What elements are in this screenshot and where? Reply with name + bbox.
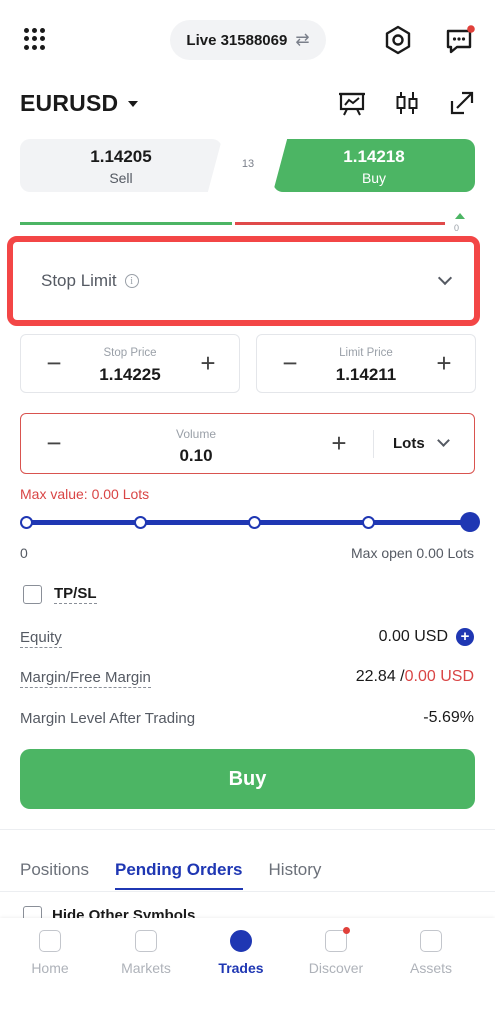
- chevron-down-icon: [437, 270, 453, 286]
- apps-grid-icon[interactable]: [24, 28, 46, 50]
- account-label: Live 31588069: [186, 31, 288, 49]
- buy-price: 1.14218: [343, 147, 405, 166]
- margin-label[interactable]: Margin/Free Margin: [20, 669, 151, 688]
- nav-assets-label: Assets: [409, 960, 452, 976]
- messages-icon[interactable]: [444, 24, 476, 56]
- tpsl-toggle[interactable]: TP/SL: [23, 585, 97, 604]
- buy-label: Buy: [361, 170, 387, 186]
- notification-dot: [343, 927, 350, 934]
- volume-unit-label: Lots: [393, 435, 425, 452]
- sell-price: 1.14205: [90, 147, 152, 166]
- discover-icon: [325, 927, 350, 952]
- volume-increase-button[interactable]: +: [324, 429, 354, 459]
- nav-trades[interactable]: Trades: [201, 930, 281, 976]
- settings-hexagon-icon[interactable]: [382, 24, 414, 56]
- spread-value: 13: [241, 158, 255, 170]
- orders-tabs: Positions Pending Orders History: [20, 860, 321, 890]
- margin-value: 22.84 /: [355, 668, 405, 685]
- sell-label: Sell: [109, 170, 133, 186]
- nav-markets[interactable]: Markets: [106, 930, 186, 976]
- info-icon[interactable]: i: [124, 274, 139, 288]
- nav-discover-label: Discover: [308, 960, 364, 976]
- slider-max-label: Max open 0.00 Lots: [351, 545, 474, 561]
- indicator-value: 0: [454, 223, 460, 233]
- stop-price-increase-button[interactable]: +: [193, 349, 223, 379]
- triangle-up-icon: [455, 213, 465, 219]
- symbol-name: EURUSD: [20, 90, 119, 116]
- slider-thumb[interactable]: [460, 512, 480, 532]
- account-switcher[interactable]: Live 31588069 ⇄: [170, 20, 326, 60]
- buy-quote-button[interactable]: 1.14218 Buy: [273, 139, 475, 192]
- volume-decrease-button[interactable]: −: [39, 429, 69, 459]
- nav-markets-label: Markets: [121, 960, 171, 976]
- expand-icon[interactable]: [447, 88, 477, 118]
- section-divider: [0, 829, 495, 830]
- tab-positions[interactable]: Positions: [20, 860, 89, 890]
- volume-caption: Volume: [175, 427, 217, 441]
- equity-label[interactable]: Equity: [20, 629, 62, 648]
- candlestick-icon[interactable]: [392, 88, 422, 118]
- nav-assets[interactable]: Assets: [391, 930, 471, 976]
- margin-row-value: 22.84 / 0.00 USD: [356, 668, 474, 686]
- nav-discover[interactable]: Discover: [296, 927, 376, 976]
- order-type-dropdown[interactable]: Stop Limit i: [7, 236, 480, 326]
- tab-history[interactable]: History: [269, 860, 322, 890]
- slider-tick[interactable]: [20, 516, 33, 529]
- volume-input[interactable]: 0.10: [141, 446, 251, 466]
- nav-trades-label: Trades: [218, 960, 264, 976]
- sell-quote-button[interactable]: 1.14205 Sell: [20, 139, 222, 192]
- tabs-divider: [0, 891, 495, 892]
- chevron-down-icon: [436, 434, 450, 447]
- stop-price-stepper: − Stop Price 1.14225 +: [20, 334, 240, 393]
- buy-button[interactable]: Buy: [20, 749, 475, 809]
- symbol-selector[interactable]: EURUSD: [20, 90, 139, 117]
- trades-icon: [230, 930, 252, 952]
- limit-price-increase-button[interactable]: +: [429, 349, 459, 379]
- home-chart-icon: [39, 930, 61, 952]
- bottom-navigation: Home Markets Trades Discover Assets: [0, 918, 495, 1024]
- slider-min-label: 0: [20, 545, 28, 561]
- margin-level-label: Margin Level After Trading: [20, 710, 196, 727]
- margin-level-value: -5.69%: [423, 709, 474, 726]
- limit-price-stepper: − Limit Price 1.14211 +: [256, 334, 476, 393]
- volume-unit-dropdown[interactable]: Lots: [393, 434, 450, 452]
- markets-bar-icon: [135, 930, 157, 952]
- caret-down-icon: [128, 100, 139, 107]
- slider-tick[interactable]: [362, 516, 375, 529]
- nav-home-label: Home: [31, 960, 69, 976]
- equity-value: 0.00 USD: [378, 628, 448, 645]
- slider-tick[interactable]: [134, 516, 147, 529]
- equity-row-value: 0.00 USD +: [379, 628, 474, 646]
- volume-stepper: − Volume 0.10 + Lots: [20, 413, 475, 474]
- assets-icon: [420, 930, 442, 952]
- nav-home[interactable]: Home: [10, 930, 90, 976]
- sell-sentiment-bar: [235, 222, 445, 225]
- max-value-warning: Max value: 0.00 Lots: [20, 486, 150, 502]
- buy-sentiment-bar: [20, 222, 232, 225]
- chart-presentation-icon[interactable]: [337, 88, 367, 118]
- order-type-value: Stop Limit: [41, 271, 117, 290]
- divider: [373, 430, 374, 458]
- tpsl-label: TP/SL: [54, 585, 97, 604]
- add-funds-icon[interactable]: +: [456, 628, 474, 646]
- swap-icon: ⇄: [295, 30, 310, 49]
- tab-pending-orders[interactable]: Pending Orders: [114, 860, 243, 890]
- slider-tick[interactable]: [248, 516, 261, 529]
- tpsl-checkbox[interactable]: [23, 585, 42, 604]
- free-margin-value: 0.00 USD: [404, 668, 474, 685]
